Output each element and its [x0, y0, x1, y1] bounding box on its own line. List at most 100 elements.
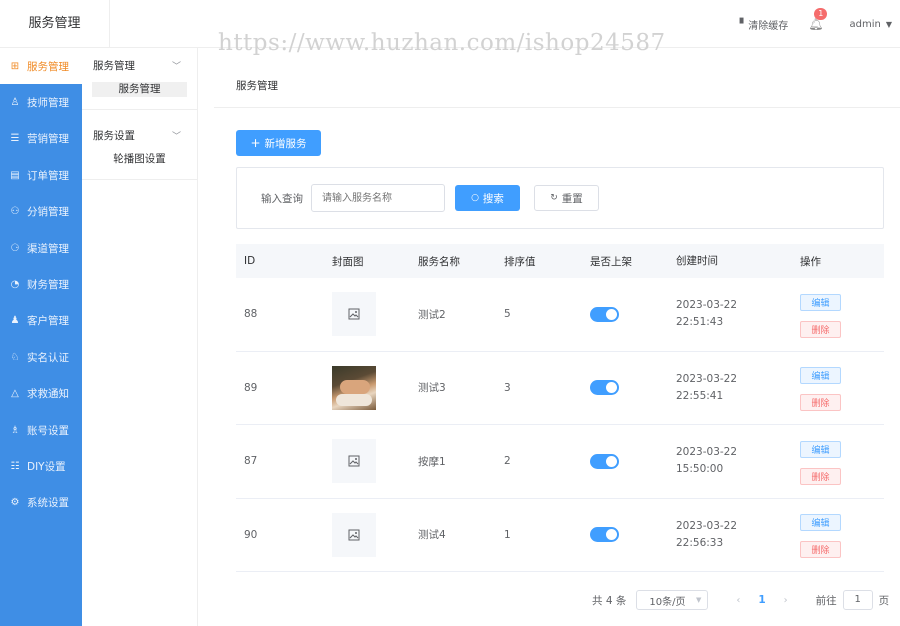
marketing-icon: ☰ — [10, 133, 20, 145]
header-actions: ▝ 清除缓存 🔔︎ 1 admin ▼ — [736, 0, 892, 48]
submenu-item-service[interactable]: 服务管理 — [92, 82, 187, 97]
sidebar-item-diy[interactable]: ☷ DIY设置 — [0, 448, 82, 484]
watermark: https://www.huzhan.com/ishop24587 — [218, 30, 666, 56]
channel-icon: ⚆ — [10, 242, 20, 254]
next-page-icon[interactable]: › — [784, 595, 788, 606]
submenu-group-header[interactable]: 服务设置 ﹀ — [82, 118, 197, 152]
goto-suffix: 页 — [878, 594, 890, 607]
cell-on-shelf — [582, 380, 668, 396]
column-header-id: ID — [244, 255, 256, 267]
alarm-icon: △ — [11, 388, 19, 400]
on-shelf-toggle[interactable] — [590, 306, 619, 322]
created-time: 22:51:43 — [676, 316, 724, 329]
filter-panel: 输入查询 ○ 搜索 ↻ 重置 — [236, 167, 884, 229]
cell-id: 88 — [244, 308, 258, 321]
sidebar-item-account[interactable]: ♗ 账号设置 — [0, 412, 82, 448]
cell-actions: 编辑 删除 — [798, 438, 884, 485]
add-service-label: 新增服务 — [264, 137, 307, 150]
sidebar-item-order[interactable]: ▤ 订单管理 — [0, 157, 82, 193]
cover-image-detail — [340, 379, 370, 394]
sidebar-item-label: 财务管理 — [27, 279, 69, 292]
sidebar-item-customer[interactable]: ♟ 客户管理 — [0, 303, 82, 339]
sidebar-item-label: 技师管理 — [27, 97, 69, 110]
on-shelf-toggle[interactable] — [590, 453, 619, 469]
reset-button[interactable]: ↻ 重置 — [534, 185, 599, 211]
reset-label: 重置 — [561, 192, 583, 205]
search-button[interactable]: ○ 搜索 — [455, 185, 520, 211]
image-placeholder-icon — [332, 439, 376, 484]
cell-created: 2023-03-22 22:56:33 — [668, 518, 798, 552]
notification-badge: 1 — [814, 8, 828, 20]
search-input[interactable] — [311, 184, 445, 212]
cell-name: 测试4 — [418, 529, 446, 542]
sidebar-item-alarm[interactable]: △ 求救通知 — [0, 376, 82, 412]
edit-button[interactable]: 编辑 — [800, 440, 841, 458]
delete-button[interactable]: 删除 — [800, 467, 841, 485]
notification-button[interactable]: 🔔︎ 1 — [808, 8, 828, 31]
edit-button[interactable]: 编辑 — [800, 293, 841, 311]
app-title: 服务管理 — [0, 0, 110, 48]
submenu-item-carousel[interactable]: 轮播图设置 — [92, 152, 187, 167]
created-date: 2023-03-22 — [676, 372, 738, 385]
service-icon: ⊞ — [10, 60, 20, 72]
table-row: 87 按摩1 2 2023-03-22 15:50:00 编辑 删除 — [236, 425, 884, 499]
sidebar-item-settings[interactable]: ⚙ 系统设置 — [0, 485, 82, 521]
cover-image-detail — [336, 393, 372, 406]
cell-name: 按摩1 — [418, 455, 446, 468]
delete-button[interactable]: 删除 — [800, 394, 841, 412]
sidebar-item-distribution[interactable]: ⚇ 分销管理 — [0, 194, 82, 230]
sidebar-item-label: 营销管理 — [27, 133, 69, 146]
column-header-created: 创建时间 — [676, 254, 718, 267]
sidebar-item-technician[interactable]: ♙ 技师管理 — [0, 84, 82, 120]
prev-page-icon[interactable]: ‹ — [736, 595, 740, 606]
page-size-select[interactable]: 10条/页 ▼ — [636, 590, 709, 610]
verify-icon: ♘ — [10, 351, 20, 363]
on-shelf-toggle[interactable] — [590, 380, 619, 396]
pagination: 共 4 条 10条/页 ▼ ‹ 1 › 前往 1 页 — [592, 590, 889, 610]
main-content: 服务管理 + 新增服务 输入查询 ○ 搜索 ↻ 重置 ID 封面图 服务名称 排… — [214, 66, 900, 626]
clear-cache-button[interactable]: ▝ 清除缓存 — [736, 17, 789, 32]
page-number[interactable]: 1 — [758, 594, 765, 606]
edit-button[interactable]: 编辑 — [800, 514, 841, 532]
account-icon: ♗ — [10, 424, 20, 436]
cell-cover — [324, 439, 410, 484]
table-row: 90 测试4 1 2023-03-22 22:56:33 编辑 删除 — [236, 499, 884, 572]
sidebar-item-verify[interactable]: ♘ 实名认证 — [0, 339, 82, 375]
sidebar-item-label: 系统设置 — [27, 497, 69, 510]
distribution-icon: ⚇ — [10, 206, 20, 218]
sidebar-item-service[interactable]: ⊞ 服务管理 — [0, 48, 82, 85]
chevron-down-icon: ▼ — [695, 596, 702, 604]
cell-created: 2023-03-22 15:50:00 — [668, 444, 798, 478]
cell-cover — [324, 512, 410, 557]
toggle-knob — [606, 382, 617, 394]
sidebar-item-finance[interactable]: ◔ 财务管理 — [0, 266, 82, 302]
order-icon: ▤ — [10, 169, 20, 181]
user-menu[interactable]: admin ▼ — [850, 19, 893, 30]
goto-page: 前往 1 页 — [816, 590, 890, 610]
cover-image — [332, 365, 376, 410]
image-placeholder-icon — [332, 512, 376, 557]
sidebar-item-label: 渠道管理 — [27, 242, 69, 255]
edit-button[interactable]: 编辑 — [800, 367, 841, 385]
sidebar-item-channel[interactable]: ⚆ 渠道管理 — [0, 230, 82, 266]
submenu-group-header[interactable]: 服务管理 ﹀ — [82, 48, 197, 82]
page-title: 服务管理 — [214, 66, 900, 108]
refresh-icon: ↻ — [550, 193, 558, 203]
column-header-sort: 排序值 — [504, 255, 536, 268]
cell-sort: 1 — [504, 528, 511, 541]
sidebar-item-label: 求救通知 — [27, 388, 69, 401]
goto-page-input[interactable]: 1 — [842, 590, 873, 610]
search-label: 搜索 — [482, 192, 504, 205]
delete-button[interactable]: 删除 — [800, 541, 841, 559]
on-shelf-toggle[interactable] — [590, 527, 619, 543]
cell-id: 87 — [244, 455, 258, 468]
customer-icon: ♟ — [10, 315, 20, 327]
sidebar-item-marketing[interactable]: ☰ 营销管理 — [0, 121, 82, 157]
add-service-button[interactable]: + 新增服务 — [236, 130, 321, 156]
created-date: 2023-03-22 — [676, 519, 738, 532]
delete-button[interactable]: 删除 — [800, 320, 841, 338]
cell-created: 2023-03-22 22:55:41 — [668, 371, 798, 405]
technician-icon: ♙ — [10, 97, 20, 109]
column-header-name: 服务名称 — [418, 255, 460, 268]
created-date: 2023-03-22 — [676, 446, 738, 459]
